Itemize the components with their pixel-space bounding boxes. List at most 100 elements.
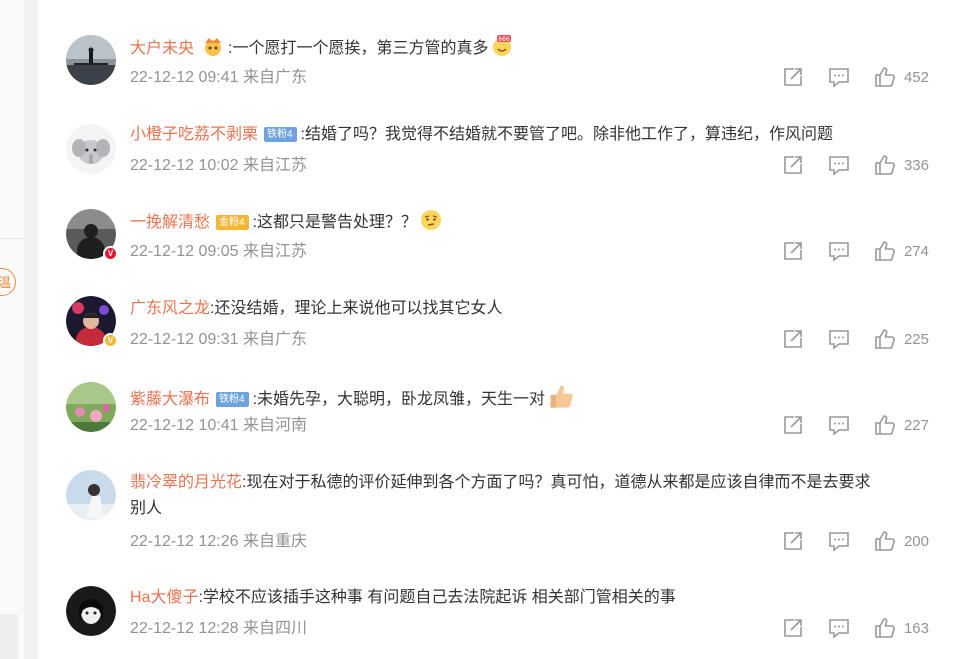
thumbs-up-icon [875,155,895,175]
comment-meta: 22-12-12 09:05 来自江苏 [130,242,307,262]
like-count: 274 [903,242,929,260]
comment-icon[interactable] [828,240,850,262]
fan-level-badge: 铁粉4 [264,127,297,142]
comment-meta: 22-12-12 10:02 来自江苏 [130,156,307,176]
share-icon[interactable] [782,530,804,552]
share-icon[interactable] [782,328,804,350]
comment-text-continued: 别人 [130,500,163,517]
left-sidebar: 温 [0,0,24,659]
verified-gold-icon: V [103,333,118,348]
comment-location: 来自四川 [242,620,307,637]
username-link[interactable]: 大户未央 [130,40,194,57]
like-button[interactable]: 200 [874,530,929,552]
comment-meta: 22-12-12 09:41 来自广东 [130,68,307,88]
like-button[interactable]: 336 [874,154,929,176]
comment-text: :一个愿打一个愿挨，第三方管的真多 [228,40,489,57]
verified-red-icon: V [103,246,118,261]
like-count: 163 [903,619,929,637]
comment-time: 22-12-12 12:28 [130,620,239,637]
comment-actions: 274 [782,240,929,262]
sidebar-pill-button[interactable]: 温 [0,268,16,296]
share-icon[interactable] [782,154,804,176]
comment-icon[interactable] [828,530,850,552]
share-icon[interactable] [782,66,804,88]
comment-text: :结婚了吗？我觉得不结婚就不要管了吧。除非他工作了，算违纪，作风问题 [300,126,834,143]
comment-icon[interactable] [828,414,850,436]
crown-badge-icon [205,38,222,56]
avatar[interactable]: V [66,209,118,261]
comment-location: 来自江苏 [242,243,307,260]
sidebar-divider [0,238,24,239]
emoji-666-icon: 666 [493,35,512,56]
thumbs-up-icon [875,329,895,349]
comment-time: 22-12-12 09:41 [130,69,239,86]
comment-body: 大户未央 :一个愿打一个愿挨，第三方管的真多 666 [130,34,930,62]
thumbs-up-icon [875,618,895,638]
comment-location: 来自江苏 [242,157,307,174]
comment-meta: 22-12-12 12:28 来自四川 [130,619,307,639]
avatar[interactable] [66,470,116,520]
like-button[interactable]: 227 [874,414,929,436]
comment-time: 22-12-12 10:41 [130,417,239,434]
share-icon[interactable] [782,617,804,639]
username-link[interactable]: 广东风之龙 [130,300,210,317]
username-link[interactable]: 一挽解清愁 [130,214,210,231]
comment-time: 22-12-12 12:26 [130,533,239,550]
comment-text: :还没结婚，理论上来说他可以找其它女人 [210,300,503,317]
username-link[interactable]: 翡冷翠的月光花 [130,474,242,491]
thumbs-up-icon [875,415,895,435]
comment-body: 翡冷翠的月光花:现在对于私德的评价延伸到各个方面了吗？真可怕，道德从来都是应该自… [130,470,930,522]
username-link[interactable]: 小橙子吃荔不剥栗 [130,126,258,143]
comment-time: 22-12-12 10:02 [130,157,239,174]
thumbs-up-icon [875,531,895,551]
comment-location: 来自河南 [242,417,307,434]
avatar[interactable] [66,586,116,636]
comment-body: 紫藤大瀑布 铁粉4:未婚先孕，大聪明，卧龙凤雏，天生一对 [130,382,930,413]
comment-icon[interactable] [828,617,850,639]
like-count: 452 [903,68,929,86]
comment-icon[interactable] [828,66,850,88]
emoji-thumbs-up-icon [550,385,573,408]
comment-text: :现在对于私德的评价延伸到各个方面了吗？真可怕，道德从来都是应该自律而不是去要求 [242,474,871,491]
comment-time: 22-12-12 09:05 [130,243,239,260]
share-icon[interactable] [782,414,804,436]
avatar[interactable] [66,382,116,432]
like-button[interactable]: 163 [874,617,929,639]
avatar-image [66,586,116,636]
svg-text:666: 666 [499,36,511,43]
comment-body: Ha大傻子:学校不应该插手这种事 有问题自己去法院起诉 相关部门管相关的事 [130,585,930,611]
fan-level-badge: 铁粉4 [216,392,249,407]
avatar-image [66,124,116,174]
like-count: 225 [903,330,929,348]
comment-actions: 200 [782,530,929,552]
comment-meta: 22-12-12 12:26 来自重庆 [130,532,307,552]
comment-location: 来自广东 [242,331,307,348]
comment-icon[interactable] [828,154,850,176]
like-count: 336 [903,156,929,174]
avatar[interactable] [66,124,116,174]
like-button[interactable]: 274 [874,240,929,262]
avatar[interactable]: V [66,296,118,348]
share-icon[interactable] [782,240,804,262]
username-link[interactable]: Ha大傻子 [130,589,198,606]
comment-body: 一挽解清愁 金粉4:这都只是警告处理？？ [130,208,930,236]
comment-location: 来自广东 [242,69,307,86]
comment-body: 小橙子吃荔不剥栗 铁粉4:结婚了吗？我觉得不结婚就不要管了吧。除非他工作了，算违纪… [130,122,930,148]
comment-text: :这都只是警告处理？？ [252,214,418,231]
avatar[interactable] [66,35,116,85]
username-link[interactable]: 紫藤大瀑布 [130,391,210,408]
avatar-image [66,35,116,85]
comment-actions: 225 [782,328,929,350]
like-count: 200 [903,532,929,550]
like-button[interactable]: 225 [874,328,929,350]
sidebar-block [0,614,18,659]
thumbs-up-icon [875,241,895,261]
emoji-thinking-icon [421,210,442,230]
comment-actions: 227 [782,414,929,436]
comment-icon[interactable] [828,328,850,350]
comments-panel: 大户未央 :一个愿打一个愿挨，第三方管的真多 666 22-12-12 09:41 … [38,0,963,659]
comment-actions: 336 [782,154,929,176]
avatar-image [66,382,116,432]
like-button[interactable]: 452 [874,66,929,88]
comment-text: :学校不应该插手这种事 有问题自己去法院起诉 相关部门管相关的事 [198,589,676,606]
